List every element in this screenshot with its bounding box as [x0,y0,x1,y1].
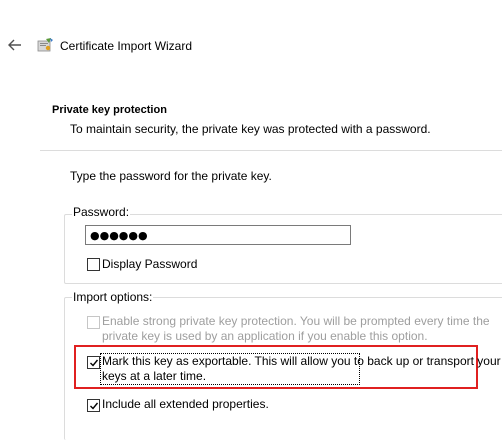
password-prompt: Type the password for the private key. [70,169,272,183]
import-options-label: Import options: [72,290,154,304]
arrow-left-icon [8,39,21,51]
password-input[interactable] [85,225,351,245]
page-subheading: To maintain security, the private key wa… [70,122,431,136]
certificate-wizard-icon [36,37,54,53]
extended-properties-checkbox[interactable] [87,399,100,412]
back-button[interactable] [4,34,26,56]
exportable-label[interactable]: Mark this key as exportable. This will a… [102,354,501,384]
exportable-line-2: keys at a later time. [102,369,207,383]
window-title: Certificate Import Wizard [60,39,193,53]
exportable-checkbox[interactable] [87,356,100,369]
display-password-checkbox[interactable] [87,258,100,271]
display-password-label[interactable]: Display Password [102,257,197,271]
extended-properties-label[interactable]: Include all extended properties. [102,397,269,411]
header-separator [40,150,502,151]
exportable-line-1: Mark this key as exportable. This will a… [102,354,501,368]
strong-protection-label: Enable strong private key protection. Yo… [102,314,490,344]
strong-protection-line-2: private key is used by an application if… [102,329,428,343]
strong-protection-line-1: Enable strong private key protection. Yo… [102,314,490,328]
checkmark-icon [89,402,98,410]
page-heading: Private key protection [52,104,167,116]
strong-protection-checkbox[interactable] [87,316,100,329]
checkmark-icon [89,359,98,367]
password-group-label: Password: [72,205,131,219]
